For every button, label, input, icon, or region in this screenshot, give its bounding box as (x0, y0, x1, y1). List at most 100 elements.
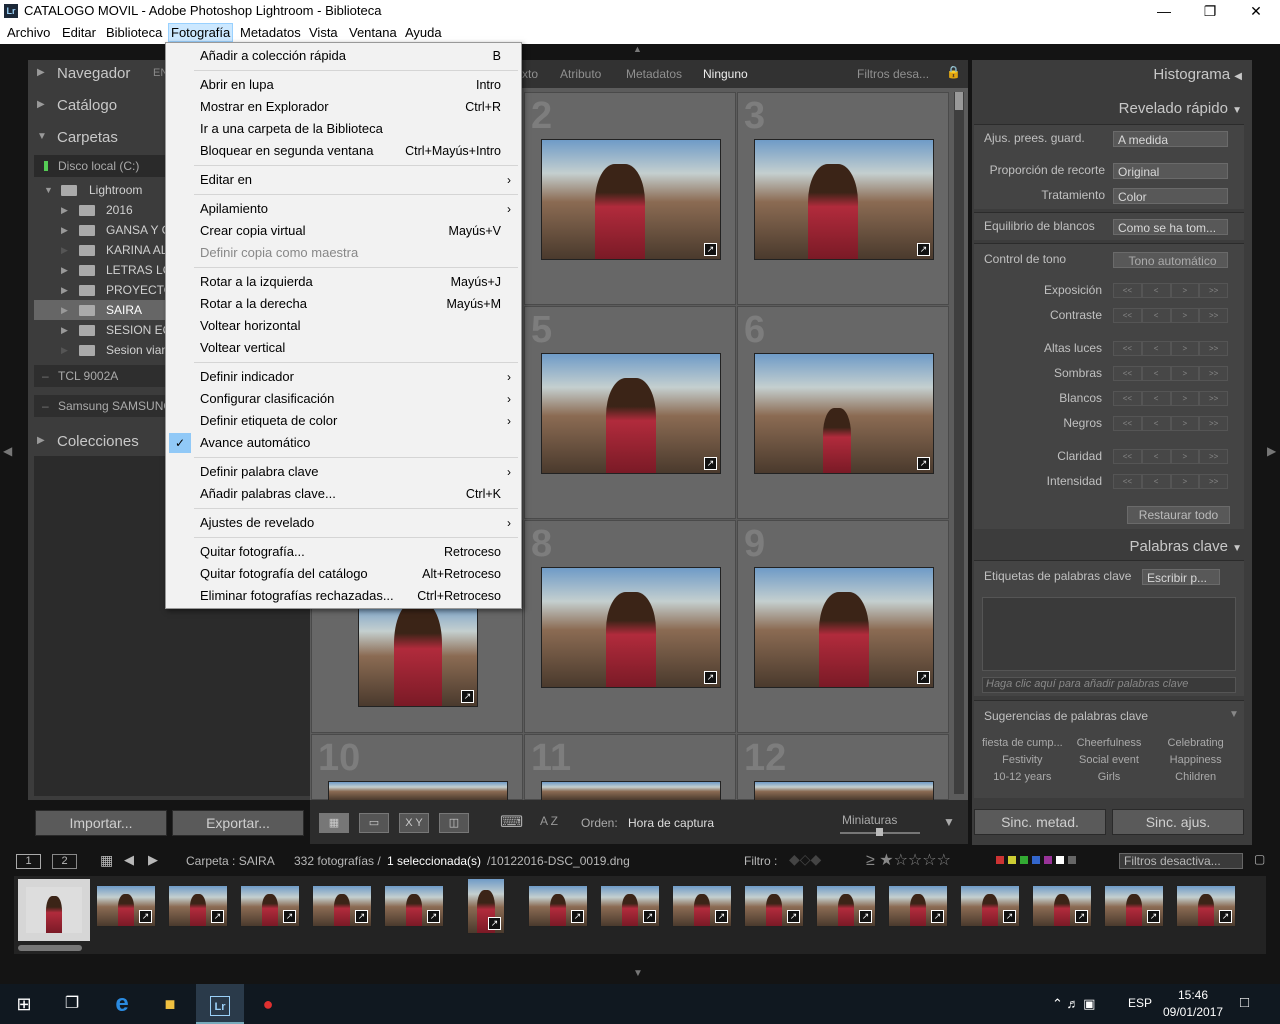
filmstrip-thumb[interactable]: ↗ (744, 885, 804, 927)
keyword-entry-select[interactable]: Escribir p... (1142, 569, 1220, 585)
menu-archivo[interactable]: Archivo (4, 25, 53, 40)
lock-icon[interactable]: ▢ (1254, 852, 1265, 866)
filmstrip-thumb[interactable]: ↗ (888, 885, 948, 927)
restaurar-todo-button[interactable]: Restaurar todo (1127, 506, 1230, 524)
preset-select[interactable]: A medida (1113, 131, 1228, 147)
grid-cell[interactable]: 6 ↗ (737, 306, 949, 519)
suggestion-keyword[interactable]: Celebrating (1152, 737, 1239, 749)
grid-cell[interactable]: 8 ↗ (524, 520, 736, 733)
grid-cell[interactable]: 12 (737, 734, 949, 801)
menu-item[interactable]: Eliminar fotografías rechazadas... Ctrl+R… (166, 585, 521, 607)
clarity-stepper[interactable]: << < > >> (1113, 449, 1228, 464)
menu-item[interactable]: Rotar a la izquierda Mayús+J (166, 271, 521, 293)
lightroom-taskbar-icon[interactable]: Lr (196, 984, 244, 1024)
compare-view-button[interactable]: X Y (399, 813, 429, 833)
color-filter[interactable] (996, 856, 1076, 864)
exposure-stepper[interactable]: << < > >> (1113, 283, 1228, 298)
menu-item[interactable]: Crear copia virtual Mayús+V (166, 220, 521, 242)
filmstrip-thumb[interactable]: ↗ (168, 885, 228, 927)
photo-thumbnail[interactable]: ↗ (541, 139, 721, 260)
menu-item[interactable]: Mostrar en Explorador Ctrl+R (166, 96, 521, 118)
menu-fotografia[interactable]: Fotografía (168, 23, 234, 42)
menu-item[interactable]: Apilamiento › (166, 198, 521, 220)
photo-thumbnail[interactable]: ↗ (754, 567, 934, 688)
rating-filter-icon[interactable]: ≥ ★☆☆☆☆ (866, 850, 951, 870)
window-2-button[interactable]: 2 (52, 854, 77, 869)
photo-thumbnail[interactable]: ↗ (358, 601, 478, 707)
menu-item[interactable]: Quitar fotografía del catálogo Alt+Retroc… (166, 563, 521, 585)
suggestion-keyword[interactable]: Girls (1066, 771, 1153, 783)
suggestion-keyword[interactable]: 10-12 years (979, 771, 1066, 783)
loupe-view-icon[interactable]: ▭ (359, 813, 389, 833)
grid-cell[interactable]: 5 ↗ (524, 306, 736, 519)
filmstrip-thumb[interactable]: ↗ (1176, 885, 1236, 927)
left-panel-toggle-icon[interactable]: ◀ (3, 444, 12, 458)
menu-ayuda[interactable]: Ayuda (402, 25, 445, 40)
filmstrip-thumb-selected[interactable] (18, 879, 90, 941)
filter-metadatos-tab[interactable]: Metadatos (626, 67, 682, 81)
menu-item[interactable]: Configurar clasificación › (166, 388, 521, 410)
grid-cell[interactable]: 11 (524, 734, 736, 801)
source-folder-label[interactable]: Carpeta : SAIRA (186, 854, 275, 868)
tray-icons[interactable]: ⌃ ♬ ▣ (1052, 996, 1095, 1012)
grid-cell[interactable]: 9 ↗ (737, 520, 949, 733)
painter-icon[interactable]: ⌨ (500, 812, 523, 832)
exportar-button[interactable]: Exportar... (172, 810, 304, 836)
edge-icon[interactable]: e (98, 984, 146, 1024)
filmstrip-thumb[interactable]: ↗ (672, 885, 732, 927)
suggestion-keyword[interactable]: Happiness (1152, 754, 1239, 766)
highlights-stepper[interactable]: << < > >> (1113, 341, 1228, 356)
filmstrip-thumb[interactable]: ↗ (600, 885, 660, 927)
filmstrip-thumb[interactable]: ↗ (312, 885, 372, 927)
suggestion-keyword[interactable]: Cheerfulness (1066, 737, 1153, 749)
menu-item[interactable]: Ir a una carpeta de la Biblioteca (166, 118, 521, 140)
keyword-tags-textarea[interactable] (982, 597, 1236, 671)
flag-filter-icon[interactable]: ◆◇◆ (789, 851, 821, 868)
grid-cell[interactable]: 10 (311, 734, 523, 801)
filter-preset-select[interactable]: Filtros desa... (857, 67, 929, 81)
menu-item[interactable]: Definir palabra clave › (166, 461, 521, 483)
menu-biblioteca[interactable]: Biblioteca (103, 25, 165, 40)
filmstrip-thumb[interactable]: ↗ (816, 885, 876, 927)
menu-item[interactable]: Rotar a la derecha Mayús+M (166, 293, 521, 315)
suggestion-keyword[interactable]: Festivity (979, 754, 1066, 766)
task-view-icon[interactable]: ❐ (48, 984, 96, 1024)
filmstrip-thumb[interactable]: ↗ (96, 885, 156, 927)
slider-thumb[interactable] (876, 828, 883, 836)
white-balance-select[interactable]: Como se ha tom... (1113, 219, 1228, 235)
orden-select[interactable]: Hora de captura (628, 816, 714, 830)
photo-thumbnail[interactable] (541, 781, 721, 801)
vibrance-stepper[interactable]: << < > >> (1113, 474, 1228, 489)
menu-item[interactable]: Añadir a colección rápida B (166, 45, 521, 67)
grid-cell[interactable]: 2 ↗ (524, 92, 736, 305)
menu-item[interactable]: Definir indicador › (166, 366, 521, 388)
filter-atributo-tab[interactable]: Atributo (560, 67, 601, 81)
survey-view-icon[interactable]: ◫ (439, 813, 469, 833)
top-panel-toggle-icon[interactable]: ▲ (633, 44, 642, 54)
filmstrip-scrollbar[interactable] (18, 945, 82, 951)
treatment-select[interactable]: Color (1113, 188, 1228, 204)
auto-tone-button[interactable]: Tono automático (1113, 252, 1228, 268)
maximize-button[interactable]: ❐ (1187, 0, 1233, 22)
grid-cell[interactable]: 3 ↗ (737, 92, 949, 305)
lock-icon[interactable]: 🔒 (946, 65, 961, 79)
contrast-stepper[interactable]: << < > >> (1113, 308, 1228, 323)
photo-thumbnail[interactable]: ↗ (754, 353, 934, 474)
sinc-metad-button[interactable]: Sinc. metad. (974, 809, 1106, 835)
toolbar-menu-icon[interactable]: ▼ (943, 815, 955, 829)
palabras-clave-header[interactable]: Palabras clave ▼ (1130, 538, 1242, 555)
close-button[interactable]: ✕ (1233, 0, 1279, 22)
histograma-header[interactable]: Histograma ◀ (1153, 66, 1242, 83)
menu-item[interactable]: Voltear vertical (166, 337, 521, 359)
filmstrip-thumb[interactable]: ↗ (960, 885, 1020, 927)
grid-icon[interactable]: ▦ (100, 852, 113, 869)
filmstrip-thumb[interactable]: ↗ (240, 885, 300, 927)
minimize-button[interactable]: — (1141, 0, 1187, 22)
notification-icon[interactable]: □ (1240, 994, 1249, 1011)
menu-item[interactable]: Editar en › (166, 169, 521, 191)
photo-thumbnail[interactable]: ↗ (754, 139, 934, 260)
menu-item[interactable]: Definir etiqueta de color › (166, 410, 521, 432)
filmstrip-thumb[interactable]: ↗ (467, 878, 505, 934)
photo-thumbnail[interactable] (328, 781, 508, 801)
sort-direction-button[interactable]: A Z (540, 814, 558, 828)
